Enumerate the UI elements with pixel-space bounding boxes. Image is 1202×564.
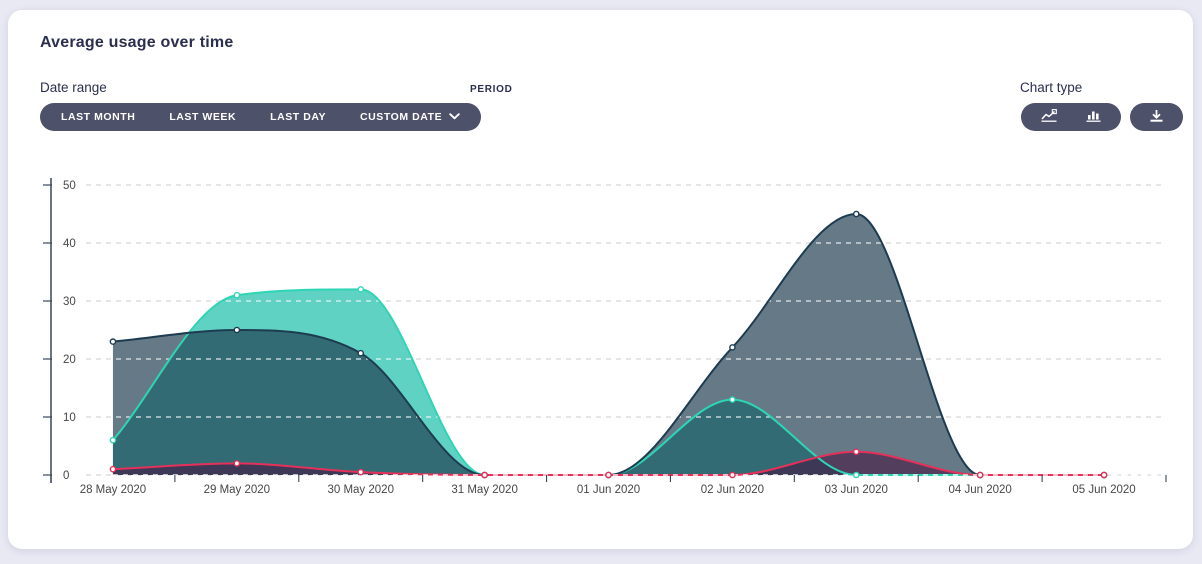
button-label: LAST MONTH [61, 111, 135, 123]
download-icon [1149, 109, 1164, 126]
bar-chart-icon [1086, 109, 1101, 125]
chevron-down-icon [529, 111, 540, 123]
date-range-button-last-month[interactable]: LAST MONTH [44, 103, 152, 131]
svg-text:29 May 2020: 29 May 2020 [204, 484, 271, 496]
line-chart-icon [1041, 109, 1057, 125]
bar-chart-button[interactable] [1072, 103, 1115, 131]
usage-card: Average usage over time Date range LAST … [8, 10, 1193, 549]
svg-text:03 Jun 2020: 03 Jun 2020 [825, 484, 888, 496]
button-label: LAST DAY [270, 111, 326, 123]
chevron-down-icon [449, 111, 460, 123]
svg-text:28 May 2020: 28 May 2020 [80, 484, 147, 496]
date-range-button-last-day[interactable]: LAST DAY [253, 103, 343, 131]
svg-text:05 Jun 2020: 05 Jun 2020 [1072, 484, 1135, 496]
page-title: Average usage over time [40, 34, 233, 52]
svg-text:0: 0 [63, 470, 69, 482]
date-range-label: Date range [40, 80, 107, 95]
period-dropdown[interactable]: DAILY [470, 103, 558, 131]
svg-text:04 Jun 2020: 04 Jun 2020 [949, 484, 1012, 496]
date-range-group: LAST MONTH LAST WEEK LAST DAY CUSTOM DAT… [40, 103, 481, 131]
svg-text:01 Jun 2020: 01 Jun 2020 [577, 484, 640, 496]
page-background: { "header": { "title": "Average usage ov… [0, 0, 1202, 564]
svg-text:20: 20 [63, 354, 76, 366]
svg-text:30 May 2020: 30 May 2020 [327, 484, 394, 496]
chart-type-label: Chart type [1020, 80, 1082, 95]
line-chart-button[interactable] [1027, 103, 1071, 131]
date-range-button-last-week[interactable]: LAST WEEK [152, 103, 253, 131]
button-label: CUSTOM DATE [360, 111, 442, 123]
usage-chart[interactable]: 0 10 20 30 40 50 28 May 2020 29 May 2020 30 May … [8, 160, 1202, 512]
download-button[interactable] [1130, 103, 1183, 131]
button-label: LAST WEEK [169, 111, 236, 123]
svg-text:10: 10 [63, 412, 76, 424]
date-range-button-custom-date[interactable]: CUSTOM DATE [343, 103, 477, 131]
svg-text:40: 40 [63, 238, 76, 250]
svg-text:30: 30 [63, 296, 76, 308]
svg-text:31 May 2020: 31 May 2020 [451, 484, 518, 496]
svg-text:50: 50 [63, 180, 76, 192]
svg-text:02 Jun 2020: 02 Jun 2020 [701, 484, 764, 496]
period-label: PERIOD [470, 84, 513, 95]
period-value: DAILY [488, 111, 521, 123]
chart-type-group [1021, 103, 1121, 131]
